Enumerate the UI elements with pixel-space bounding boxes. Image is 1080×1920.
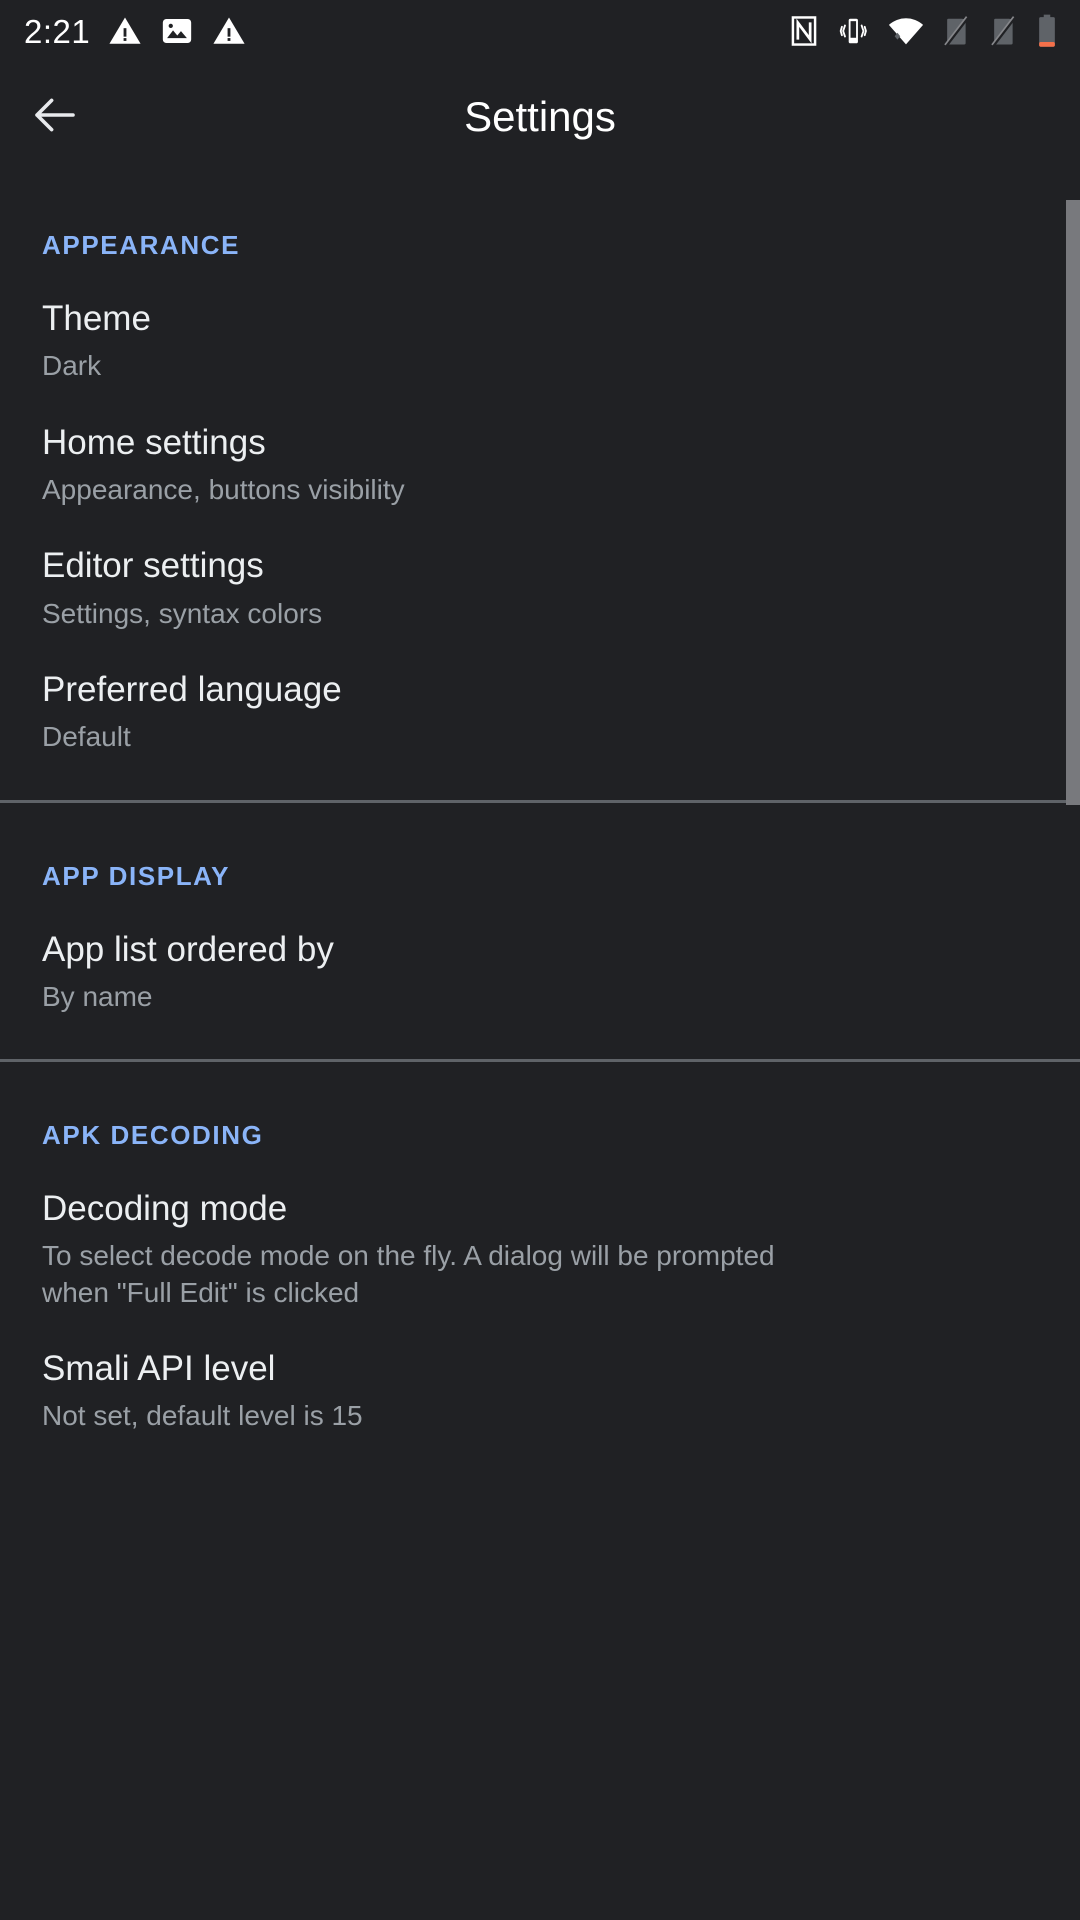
section-header-appearance: APPEARANCE <box>42 230 241 260</box>
vibrate-icon <box>836 15 870 47</box>
pref-app-list-ordered-by[interactable]: App list ordered by By name <box>0 892 1080 1016</box>
pref-summary: By name <box>42 980 153 1012</box>
pref-theme[interactable]: Theme Dark <box>0 261 1080 385</box>
battery-low-icon <box>1036 14 1058 48</box>
image-icon <box>160 14 194 48</box>
status-bar-right <box>789 14 1058 48</box>
mobile-signal-off-icon <box>989 15 1019 47</box>
pref-summary: Appearance, buttons visibility <box>42 473 405 505</box>
pref-title: App list ordered by <box>42 929 334 969</box>
app-bar: Settings <box>0 62 1080 172</box>
warning-triangle-icon <box>108 14 142 48</box>
pref-title: Decoding mode <box>42 1189 288 1229</box>
status-bar-left: 2:21 <box>24 14 246 48</box>
section-apk-decoding: APK DECODING Decoding mode To select dec… <box>0 1062 1080 1479</box>
pref-summary: Dark <box>42 350 102 382</box>
pref-title: Editor settings <box>42 546 264 586</box>
section-app-display: APP DISPLAY App list ordered by By name <box>0 803 1080 1060</box>
back-button[interactable] <box>0 62 110 172</box>
section-appearance: APPEARANCE Theme Dark Home settings Appe… <box>0 172 1080 800</box>
pref-title: Theme <box>42 299 151 338</box>
pref-decoding-mode[interactable]: Decoding mode To select decode mode on t… <box>0 1151 1080 1311</box>
pref-editor-settings[interactable]: Editor settings Settings, syntax colors <box>0 508 1080 632</box>
pref-title: Home settings <box>42 422 266 462</box>
wifi-icon <box>887 15 925 47</box>
settings-list[interactable]: APPEARANCE Theme Dark Home settings Appe… <box>0 172 1080 1920</box>
settings-screen: 2:21 Settings APPEARANCE Theme Dark Home… <box>0 0 1080 1920</box>
mobile-signal-off-icon <box>942 15 972 47</box>
pref-home-settings[interactable]: Home settings Appearance, buttons visibi… <box>0 385 1080 509</box>
warning-triangle-icon <box>212 14 246 48</box>
pref-smali-api-level[interactable]: Smali API level Not set, default level i… <box>0 1311 1080 1435</box>
status-bar: 2:21 <box>0 0 1080 62</box>
pref-summary: Settings, syntax colors <box>42 597 323 629</box>
pref-title: Preferred language <box>42 669 342 709</box>
arrow-left-icon <box>28 88 82 147</box>
page-title: Settings <box>464 93 616 140</box>
pref-summary: Not set, default level is 15 <box>42 1400 363 1432</box>
status-clock: 2:21 <box>24 12 91 50</box>
section-header-apk-decoding: APK DECODING <box>42 1120 264 1151</box>
pref-preferred-language[interactable]: Preferred language Default <box>0 632 1080 756</box>
pref-title: Smali API level <box>42 1349 276 1389</box>
nfc-icon <box>789 15 819 47</box>
scrollbar-thumb[interactable] <box>1066 200 1080 805</box>
section-header-app-display: APP DISPLAY <box>42 860 231 891</box>
pref-summary: Default <box>42 721 131 753</box>
pref-summary: To select decode mode on the fly. A dial… <box>42 1240 775 1308</box>
